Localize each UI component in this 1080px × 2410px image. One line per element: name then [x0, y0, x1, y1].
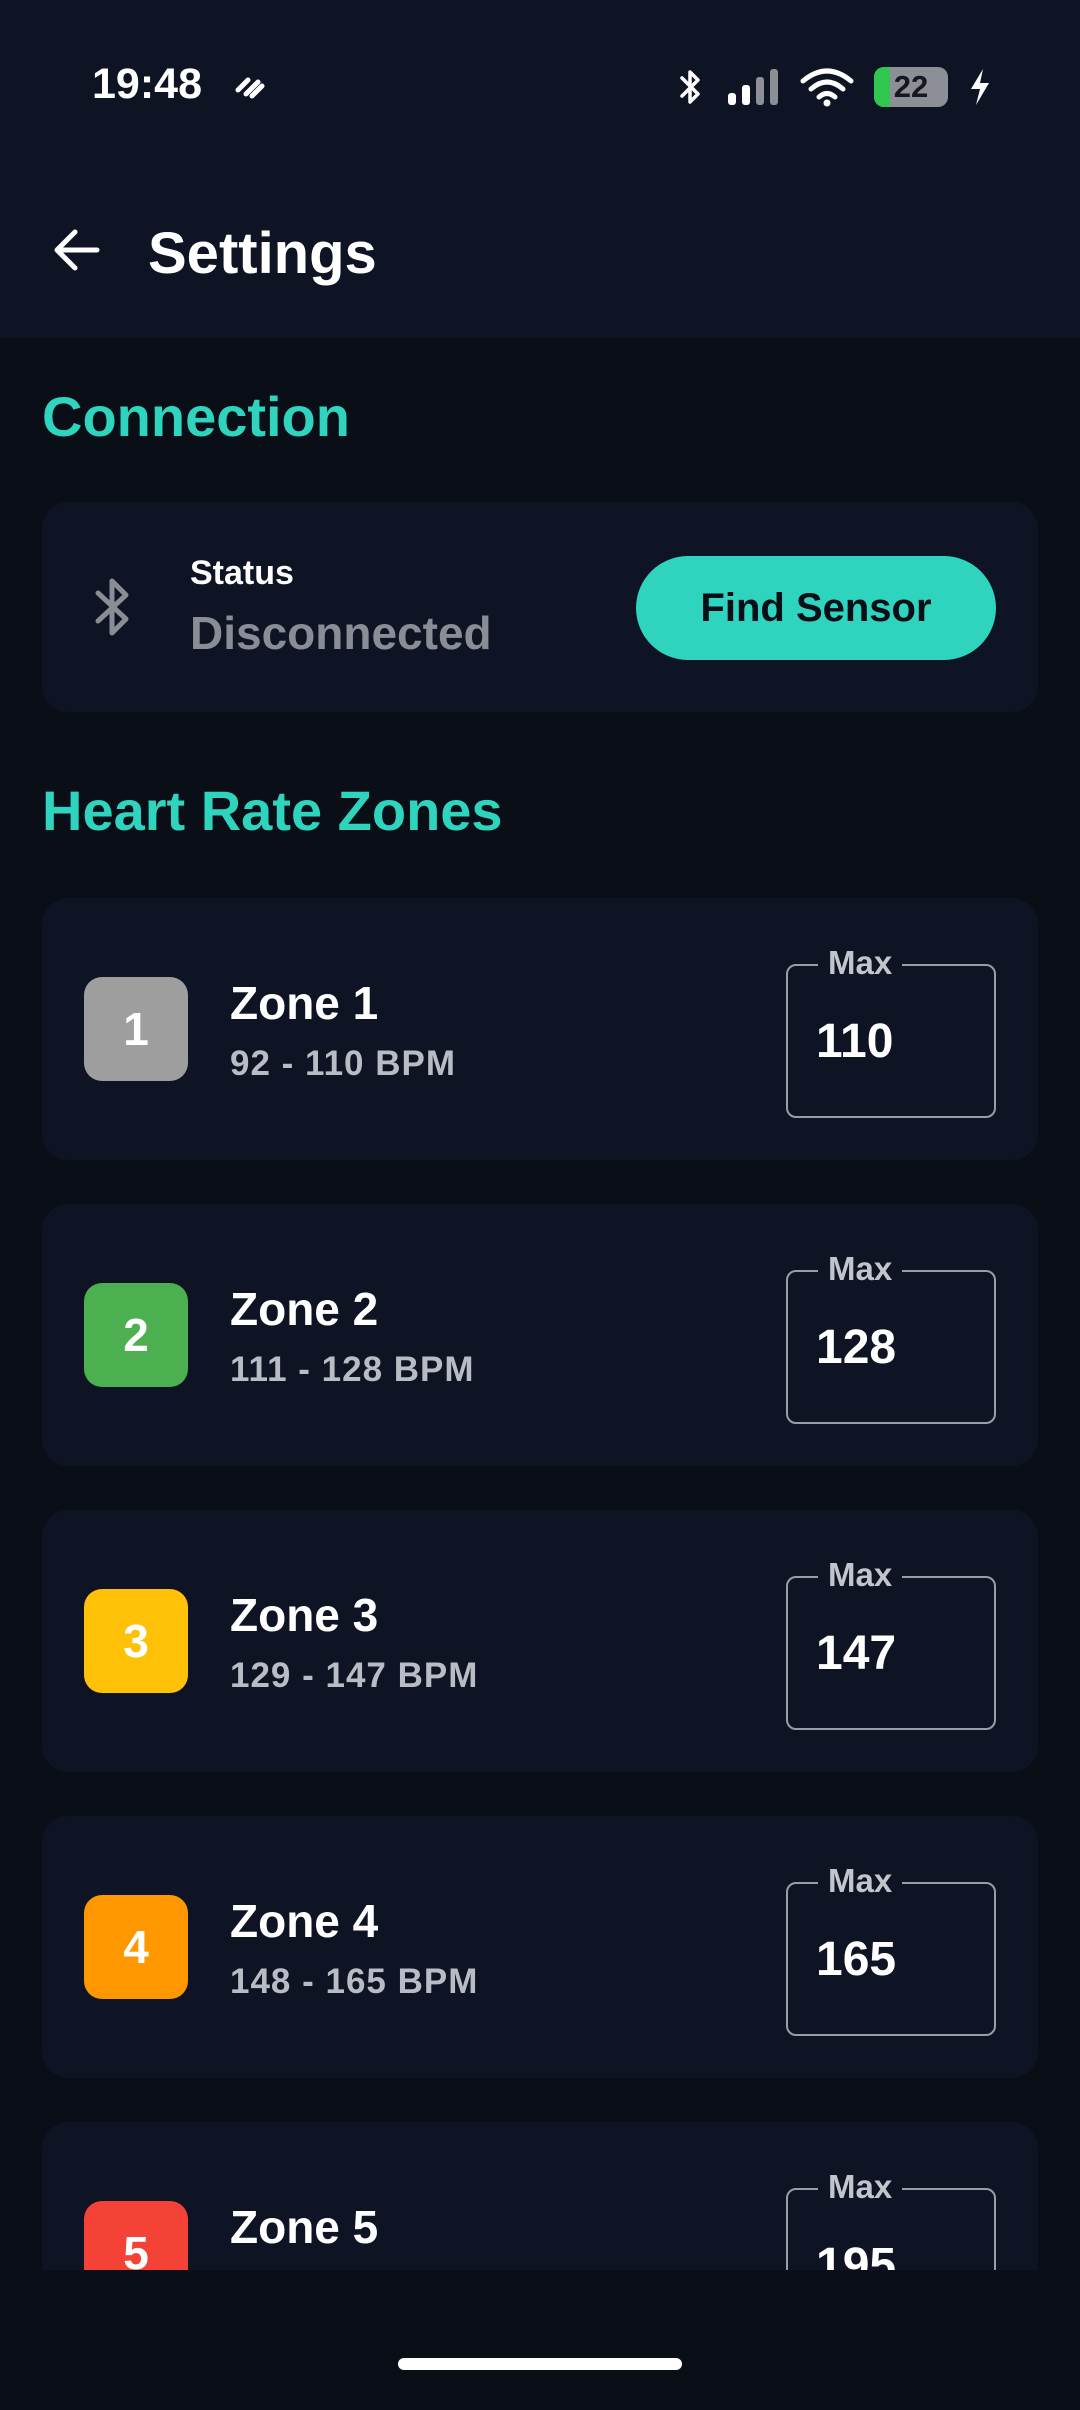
- max-label: Max: [818, 1556, 903, 1594]
- zone-card-1: 1 Zone 1 92 - 110 BPM Max: [42, 898, 1038, 1160]
- zone-max-field[interactable]: Max: [786, 1250, 996, 1424]
- zone-max-field[interactable]: Max: [786, 2168, 996, 2270]
- zone-name: Zone 3: [230, 1589, 379, 1641]
- zone-card-2: 2 Zone 2 111 - 128 BPM Max: [42, 1204, 1038, 1466]
- zone-max-field[interactable]: Max: [786, 1862, 996, 2036]
- battery-level: 22: [893, 69, 929, 104]
- zone-5-max-input[interactable]: [816, 2230, 976, 2270]
- zone-name: Zone 4: [230, 1895, 379, 1947]
- bottom-gesture-area: [0, 2270, 1080, 2410]
- zone-range: 129 - 147 BPM: [230, 1656, 479, 1695]
- bluetooth-icon: [680, 70, 700, 104]
- battery-fill: [874, 67, 891, 107]
- zone-name: Zone 1: [230, 977, 379, 1029]
- status-value: Disconnected: [190, 607, 492, 659]
- zone-badge: 5: [84, 2201, 188, 2270]
- zone-name: Zone 5: [230, 2201, 379, 2253]
- zone-max-field[interactable]: Max: [786, 944, 996, 1118]
- status-icons: 22: [676, 62, 992, 112]
- zone-badge: 3: [84, 1589, 188, 1693]
- arrow-left-icon: [54, 229, 100, 271]
- zone-list[interactable]: 1 Zone 1 92 - 110 BPM Max 2 Zone 2 111 -…: [0, 898, 1080, 2270]
- zone-range: 148 - 165 BPM: [230, 1962, 479, 2001]
- page-title: Settings: [148, 221, 377, 286]
- max-label: Max: [818, 2168, 903, 2206]
- charging-icon: [971, 69, 989, 105]
- zone-2-max-input[interactable]: [816, 1312, 976, 1382]
- zone-name: Zone 2: [230, 1283, 379, 1335]
- zone-4-max-input[interactable]: [816, 1924, 976, 1994]
- find-sensor-button[interactable]: Find Sensor: [636, 556, 996, 660]
- zone-1-max-input[interactable]: [816, 1006, 976, 1076]
- status-time: 19:48: [92, 60, 202, 108]
- app-bar: Settings: [0, 170, 1080, 338]
- status-label: Status: [190, 554, 294, 592]
- zone-range: 111 - 128 BPM: [230, 1350, 475, 1389]
- connection-card: Status Disconnected Find Sensor: [42, 502, 1038, 712]
- app-notification-icon: [235, 77, 265, 99]
- zone-card-5: 5 Zone 5 Max: [42, 2122, 1038, 2270]
- max-label: Max: [818, 1862, 903, 1900]
- max-label: Max: [818, 1250, 903, 1288]
- zone-badge: 4: [84, 1895, 188, 1999]
- status-bar: 19:48 22: [0, 0, 1080, 170]
- zone-range: 92 - 110 BPM: [230, 1044, 456, 1083]
- battery-icon: 22: [874, 67, 948, 107]
- zone-max-field[interactable]: Max: [786, 1556, 996, 1730]
- signal-icon: [728, 69, 778, 105]
- wifi-icon: [800, 68, 854, 107]
- home-indicator[interactable]: [398, 2358, 682, 2370]
- zone-card-3: 3 Zone 3 129 - 147 BPM Max: [42, 1510, 1038, 1772]
- heart-rate-zones-heading: Heart Rate Zones: [42, 779, 503, 842]
- bluetooth-icon: [95, 578, 129, 636]
- connection-heading: Connection: [42, 385, 350, 448]
- back-button[interactable]: [44, 218, 108, 282]
- zone-badge: 1: [84, 977, 188, 1081]
- max-label: Max: [818, 944, 903, 982]
- zone-badge: 2: [84, 1283, 188, 1387]
- zone-card-4: 4 Zone 4 148 - 165 BPM Max: [42, 1816, 1038, 2078]
- zone-3-max-input[interactable]: [816, 1618, 976, 1688]
